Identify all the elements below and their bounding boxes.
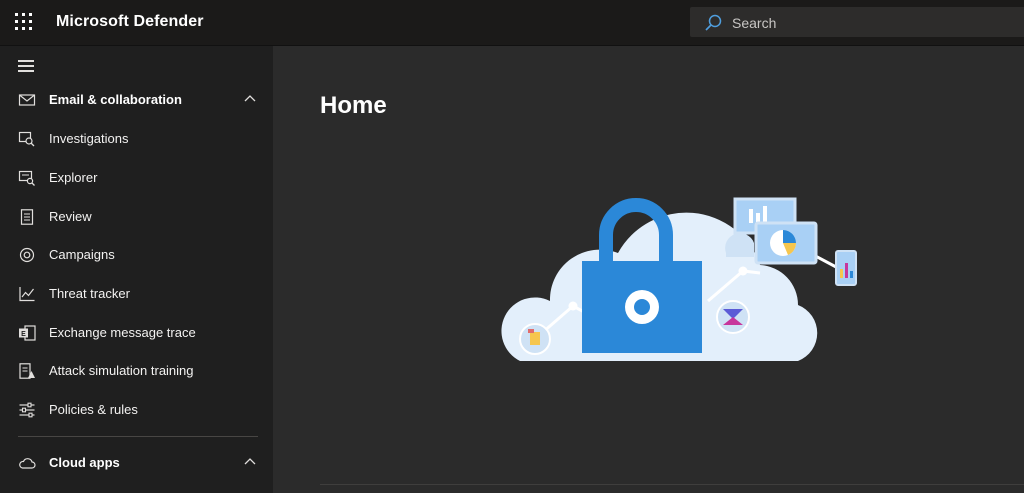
- campaigns-icon: [19, 247, 35, 263]
- collapse-nav-button[interactable]: [18, 60, 34, 72]
- sidebar-item-label: Review: [49, 209, 92, 224]
- sidebar-item-campaigns[interactable]: Campaigns: [0, 236, 273, 274]
- sidebar-item-label: Campaigns: [49, 247, 115, 262]
- nav-divider: [18, 436, 258, 437]
- section-email-collaboration[interactable]: Email & collaboration: [0, 81, 273, 119]
- policies-icon: [19, 402, 35, 418]
- top-bar: Microsoft Defender: [0, 0, 1024, 46]
- exchange-icon: E: [19, 325, 36, 341]
- sidebar-item-exchange-message-trace[interactable]: E Exchange message trace: [0, 314, 273, 352]
- sidebar-item-label: Threat tracker: [49, 286, 130, 301]
- investigations-icon: [18, 131, 35, 147]
- sidebar-item-label: Attack simulation training: [49, 363, 194, 378]
- app-title[interactable]: Microsoft Defender: [56, 13, 204, 31]
- explorer-icon: [18, 170, 35, 186]
- section-label: Email & collaboration: [49, 92, 182, 107]
- section-label: Cloud apps: [49, 455, 120, 470]
- search-icon: [705, 14, 722, 31]
- app-launcher-icon[interactable]: [15, 13, 33, 31]
- cloud-icon: [19, 458, 36, 469]
- sidebar-item-attack-simulation-training[interactable]: Attack simulation training: [0, 352, 273, 390]
- sidebar-item-label: Policies & rules: [49, 402, 138, 417]
- page-title: Home: [320, 92, 387, 119]
- search-input[interactable]: [730, 11, 1014, 35]
- threat-tracker-icon: [19, 287, 35, 302]
- content-divider: [320, 484, 1024, 485]
- sidebar-item-explorer[interactable]: Explorer: [0, 159, 273, 197]
- sidebar-item-label: Investigations: [49, 131, 129, 146]
- sidebar-item-investigations[interactable]: Investigations: [0, 120, 273, 158]
- review-icon: [20, 209, 34, 225]
- mail-icon: [18, 94, 36, 106]
- section-cloud-apps[interactable]: Cloud apps: [0, 444, 273, 482]
- security-illustration: [501, 197, 857, 361]
- sidebar-item-label: Explorer: [49, 170, 98, 185]
- chevron-up-icon[interactable]: [243, 93, 257, 103]
- sidebar-item-policies-rules[interactable]: Policies & rules: [0, 391, 273, 429]
- sidebar-item-review[interactable]: Review: [0, 198, 273, 236]
- search-box[interactable]: [690, 7, 1024, 37]
- sidebar-item-label: Exchange message trace: [49, 325, 196, 340]
- main-content: Home: [273, 46, 1024, 493]
- chevron-up-icon[interactable]: [243, 456, 257, 466]
- sidebar: Email & collaboration Investigations Exp…: [0, 46, 273, 493]
- svg-text:E: E: [21, 331, 26, 338]
- sidebar-item-threat-tracker[interactable]: Threat tracker: [0, 275, 273, 313]
- attack-simulation-icon: [19, 363, 35, 379]
